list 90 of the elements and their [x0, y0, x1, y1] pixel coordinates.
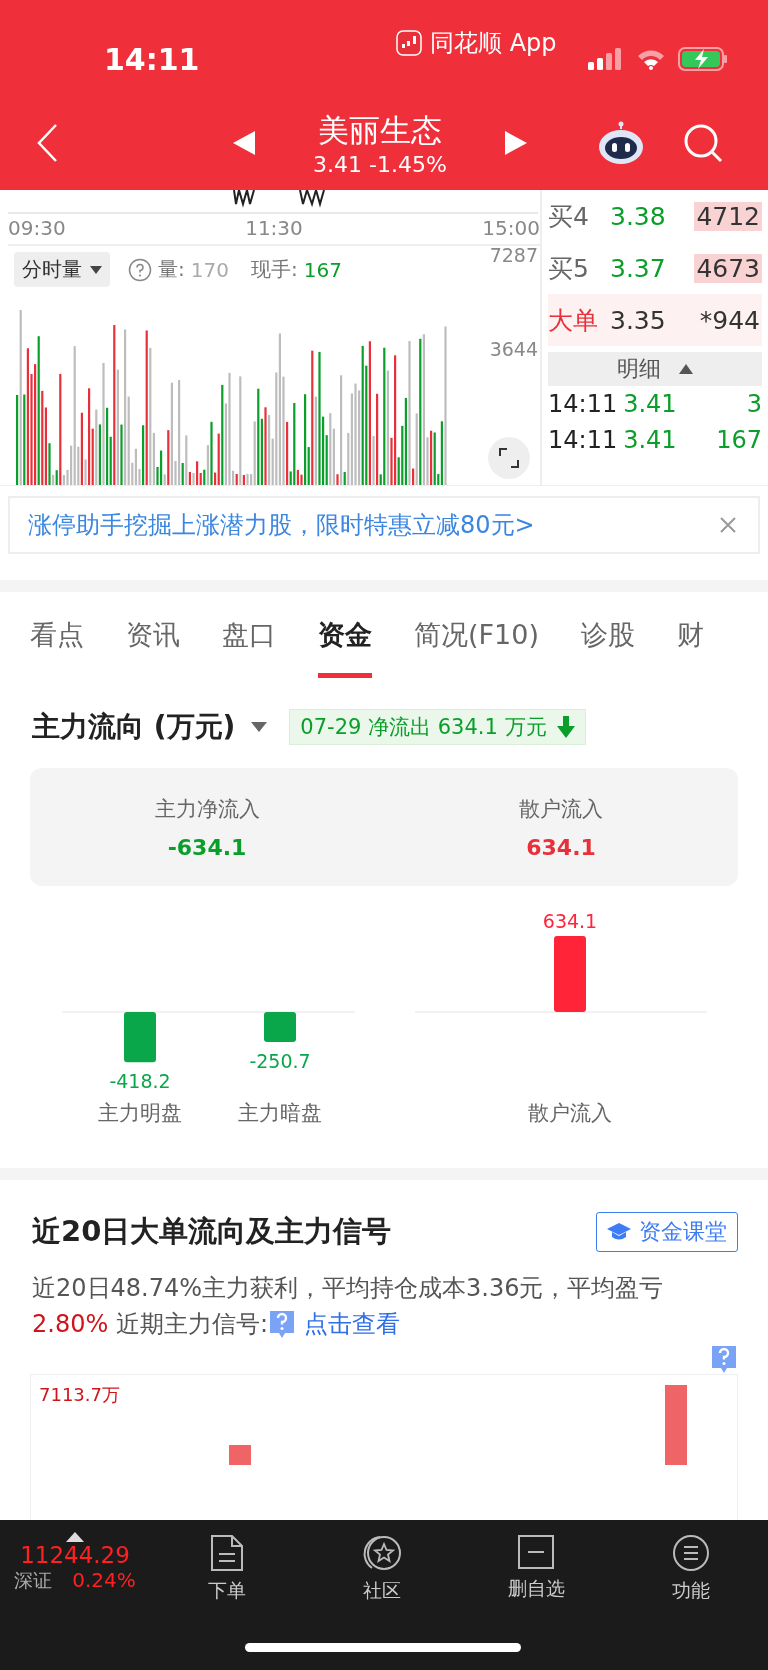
index-change: 0.24%	[72, 1568, 136, 1594]
trade-time: 14:11	[548, 390, 618, 418]
menu-icon	[671, 1534, 710, 1572]
order-volume: 4673	[694, 253, 762, 283]
expand-button[interactable]	[488, 437, 530, 479]
nav-item[interactable]: 功能	[613, 1524, 768, 1604]
bar-category-label: 主力明盘	[98, 1101, 182, 1125]
bar-value-label: -418.2	[109, 1070, 171, 1093]
time-axis-label: 15:00	[482, 216, 540, 240]
stock-quote: 3.41 -1.45%	[313, 151, 447, 177]
tab[interactable]: 简况(F10)	[414, 608, 539, 678]
bar-value-label: 634.1	[542, 909, 598, 932]
graduation-cap-icon	[607, 1222, 631, 1242]
sort-up-icon	[679, 364, 693, 374]
up-triangle-icon	[66, 1532, 84, 1542]
candlestick-app-icon	[396, 30, 422, 56]
expand-icon	[498, 447, 520, 469]
trade-price: 3.41	[623, 390, 678, 418]
trade-price: 3.41	[623, 426, 678, 454]
flow-bar	[124, 1012, 156, 1063]
signal-icon	[588, 48, 624, 70]
summary-value: 634.1	[526, 834, 596, 860]
nav-item[interactable]: 删自选	[459, 1524, 614, 1602]
section-title: 主力流向 (万元)	[32, 709, 236, 745]
section-title: 近20日大单流向及主力信号	[32, 1213, 392, 1250]
current-hand-value: 167	[303, 257, 342, 282]
robot-assistant-icon[interactable]	[597, 121, 645, 165]
document-icon	[210, 1534, 245, 1572]
flow-bar	[264, 1012, 296, 1043]
tab[interactable]: 诊股	[580, 608, 635, 678]
back-icon[interactable]	[36, 123, 58, 163]
dropdown-caret-icon[interactable]	[251, 722, 268, 732]
promo-banner[interactable]: 涨停助手挖掘上涨潜力股，限时特惠立减80元>	[8, 496, 760, 554]
caret-icon	[90, 265, 102, 274]
volume-label: 量:	[158, 256, 185, 283]
battery-charging-icon	[678, 47, 728, 71]
close-icon[interactable]	[720, 517, 736, 533]
down-arrow-icon	[556, 716, 575, 738]
order-price: 3.35	[610, 305, 667, 335]
help-icon[interactable]	[128, 257, 152, 282]
stock-name: 美丽生态	[318, 110, 442, 150]
promo-text[interactable]: 涨停助手挖掘上涨潜力股，限时特惠立减80元>	[28, 509, 535, 541]
help-icon[interactable]	[267, 1309, 296, 1339]
order-level-label: 买4	[548, 200, 590, 233]
minus-box-icon	[517, 1534, 556, 1570]
nav-item[interactable]: 下单	[150, 1524, 305, 1604]
order-level-label: 大单	[548, 304, 599, 337]
volume-type-dropdown[interactable]: 分时量	[14, 252, 110, 287]
tab[interactable]: 资讯	[126, 608, 180, 678]
app-label: 同花顺 App	[430, 28, 557, 59]
trade-volume: 167	[716, 426, 762, 454]
summary-value: -634.1	[167, 834, 247, 860]
previous-stock-icon[interactable]	[233, 131, 255, 155]
bar-value-label: -250.7	[249, 1050, 311, 1073]
order-volume: *944	[698, 305, 761, 335]
chart-max-label: 7113.7万	[39, 1383, 120, 1407]
bar-category-label: 散户流入	[528, 1101, 612, 1125]
fund-class-button[interactable]: 资金课堂	[596, 1212, 738, 1252]
search-icon[interactable]	[683, 123, 723, 163]
net-outflow-text: 07-29 净流出 634.1 万元	[300, 714, 547, 741]
order-level-label: 买5	[548, 252, 590, 285]
star-badge-icon	[361, 1534, 402, 1572]
tab[interactable]: 资金	[318, 608, 372, 678]
trade-time: 14:11	[548, 426, 618, 454]
current-hand-label: 现手:	[250, 256, 298, 283]
trade-volume: 3	[746, 390, 762, 418]
index-name: 深证	[14, 1568, 53, 1593]
order-price: 3.37	[610, 253, 667, 283]
next-stock-icon[interactable]	[505, 131, 527, 155]
signal-summary-text: 近20日48.74%主力获利，平均持仓成本3.36元，平均盈亏 2.80% 近期主力信号: 点击查看	[32, 1273, 665, 1341]
summary-label: 主力净流入	[154, 795, 260, 823]
time-axis-label: 09:30	[8, 216, 66, 240]
help-icon[interactable]	[710, 1344, 738, 1374]
volume-axis-label: 7287	[489, 244, 538, 266]
wifi-icon	[636, 48, 666, 70]
nav-item[interactable]: 社区	[304, 1524, 459, 1604]
volume-axis-label: 3644	[489, 338, 538, 360]
bar-category-label: 主力暗盘	[238, 1101, 322, 1125]
tab[interactable]: 盘口	[222, 608, 276, 678]
view-details-link[interactable]: 点击查看	[303, 1310, 400, 1338]
summary-label: 散户流入	[519, 795, 603, 823]
detail-header[interactable]: 明细	[548, 352, 762, 386]
time-axis-label: 11:30	[245, 216, 303, 240]
tab[interactable]: 财	[676, 608, 704, 678]
index-value: 11244.29	[20, 1542, 130, 1568]
order-price: 3.38	[610, 201, 667, 231]
order-volume: 4712	[694, 201, 762, 231]
status-time: 14:11	[104, 40, 201, 77]
tab[interactable]: 看点	[30, 608, 84, 678]
volume-value: 170	[190, 257, 229, 282]
